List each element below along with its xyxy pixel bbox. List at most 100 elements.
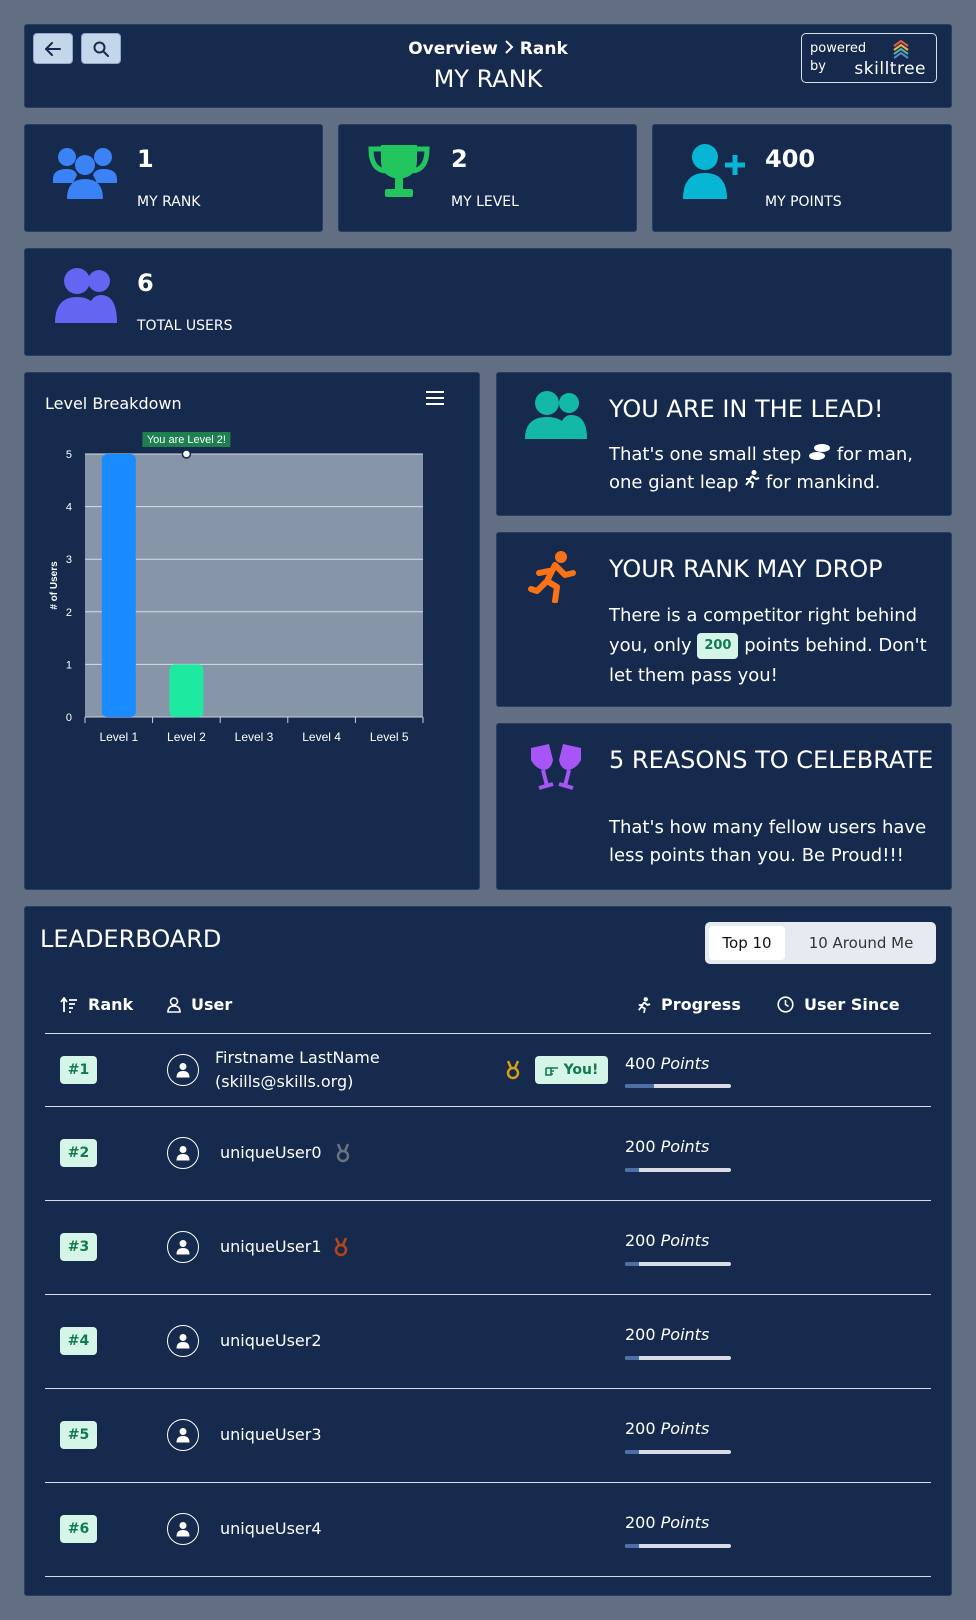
rank-header-label: Rank (88, 995, 134, 1014)
points-value: 400 (625, 1054, 656, 1073)
user-circle-icon (176, 1063, 190, 1078)
points-text: 200 Points (625, 1231, 709, 1250)
annotation-label: You are Level 2! (147, 434, 226, 446)
user-circle-icon (176, 1522, 190, 1537)
progress-column-header: Progress (637, 995, 741, 1014)
lead-text-c: for mankind. (765, 472, 881, 493)
avatar (167, 1054, 199, 1086)
rank-badge: #5 (60, 1421, 97, 1449)
total-users-card: 6 TOTAL USERS (24, 248, 952, 356)
avatar (167, 1231, 199, 1263)
celebrate-title: 5 REASONS TO CELEBRATE (609, 746, 934, 774)
x-tick-label: Level 5 (370, 730, 409, 744)
points-text: 200 Points (625, 1419, 709, 1438)
my-rank-card: 1 MY RANK (24, 124, 323, 232)
progress-fill (625, 1544, 639, 1548)
user-plus-icon (683, 144, 745, 199)
x-tick-label: Level 4 (302, 730, 341, 744)
progress-fill (625, 1356, 639, 1360)
user-circle-icon (176, 1240, 190, 1255)
annotation-point (181, 449, 192, 459)
points-value: 200 (625, 1137, 656, 1156)
rank-badge: #3 (60, 1233, 97, 1261)
y-tick-label: 3 (66, 554, 72, 566)
top-10-tab[interactable]: Top 10 (709, 926, 785, 960)
progress-fill (625, 1262, 639, 1266)
sort-icon (60, 996, 77, 1013)
y-tick-label: 1 (66, 659, 72, 671)
table-row: #6 uniqueUser4 200 Points (45, 1483, 931, 1576)
progress-bar (625, 1544, 731, 1548)
points-word: Points (660, 1513, 710, 1532)
my-rank-label: MY RANK (137, 194, 201, 210)
gold-medal-icon (506, 1060, 520, 1080)
users-icon (53, 148, 117, 199)
user-since-header-label: User Since (804, 995, 900, 1014)
progress-fill (625, 1084, 654, 1088)
celebrate-text: That's how many fellow users have less p… (609, 817, 927, 866)
rank-drop-card: YOUR RANK MAY DROP There is a competitor… (496, 532, 952, 707)
level-breakdown-chart: 0 1 2 3 4 5 Level 1 Level 2 Level 3 Level 4 Level … (49, 432, 424, 744)
celebrate-card: 5 REASONS TO CELEBRATE That's how many f… (496, 723, 952, 890)
y-tick-label: 0 (66, 712, 72, 724)
you-label: You! (563, 1062, 599, 1078)
points-text: 400 Points (625, 1054, 709, 1073)
users-icon (525, 391, 587, 439)
running-icon (528, 551, 576, 603)
breadcrumb-overview[interactable]: Overview (408, 39, 498, 59)
progress-fill (625, 1168, 639, 1172)
header-card: Overview Rank MY RANK powered by skilltre… (24, 24, 952, 108)
user-circle-icon (176, 1428, 190, 1443)
table-row: #2 uniqueUser0 200 Points (45, 1107, 931, 1200)
table-row: #5 uniqueUser3 200 Points (45, 1389, 931, 1482)
progress-bar (625, 1356, 731, 1360)
user-email: (skills@skills.org) (215, 1072, 354, 1091)
user-name: Firstname LastName (skills@skills.org) (215, 1046, 380, 1094)
y-tick-label: 5 (66, 449, 72, 461)
points-value: 200 (625, 1231, 656, 1250)
skilltree-logo-icon (893, 39, 909, 59)
total-users-label: TOTAL USERS (137, 318, 233, 334)
user-icon (167, 996, 181, 1013)
clock-icon (777, 996, 794, 1013)
level-breakdown-card: Level Breakdown 0 1 2 3 4 5 Level 1 Level 2 Leve… (24, 372, 480, 890)
x-tick-label: Level 3 (235, 730, 274, 744)
user-display-name: uniqueUser3 (220, 1425, 322, 1444)
skilltree-brand: skilltree (854, 59, 926, 79)
y-tick-label: 4 (66, 502, 72, 514)
x-tick-label: Level 2 (167, 730, 206, 744)
my-level-card: 2 MY LEVEL (338, 124, 637, 232)
progress-bar (625, 1084, 731, 1088)
rank-badge: #2 (60, 1139, 97, 1167)
avatar (167, 1419, 199, 1451)
lead-text-a: That's one small step (609, 444, 802, 465)
avatar (167, 1513, 199, 1545)
table-row: #4 uniqueUser2 200 Points (45, 1295, 931, 1388)
user-friends-icon (55, 268, 117, 323)
lead-text: That's one small step for man, one giant… (609, 441, 937, 497)
progress-bar (625, 1168, 731, 1172)
points-value: 200 (625, 1513, 656, 1532)
user-display-name: uniqueUser0 (220, 1143, 322, 1162)
trophy-icon (368, 145, 430, 197)
my-points-label: MY POINTS (765, 194, 842, 210)
around-me-tab[interactable]: 10 Around Me (791, 926, 931, 960)
my-points-card: 400 MY POINTS (652, 124, 952, 232)
powered-label: powered (810, 41, 867, 56)
rank-column-header[interactable]: Rank (60, 995, 133, 1014)
user-display-name: uniqueUser1 (220, 1237, 322, 1256)
chevron-right-icon (504, 39, 514, 59)
shoe-prints-icon (809, 444, 831, 460)
silver-medal-icon (336, 1143, 350, 1163)
by-label: by (810, 59, 826, 74)
points-text: 200 Points (625, 1137, 709, 1156)
progress-bar (625, 1450, 731, 1454)
table-row: #1 Firstname LastName (skills@skills.org… (45, 1034, 931, 1106)
my-rank-value: 1 (137, 145, 154, 173)
row-divider (45, 1576, 931, 1577)
points-value: 200 (625, 1325, 656, 1344)
total-users-value: 6 (137, 269, 154, 297)
powered-by-badge[interactable]: powered by skilltree (801, 33, 937, 83)
points-word: Points (660, 1419, 710, 1438)
rank-drop-text: There is a competitor right behind you, … (609, 601, 937, 691)
